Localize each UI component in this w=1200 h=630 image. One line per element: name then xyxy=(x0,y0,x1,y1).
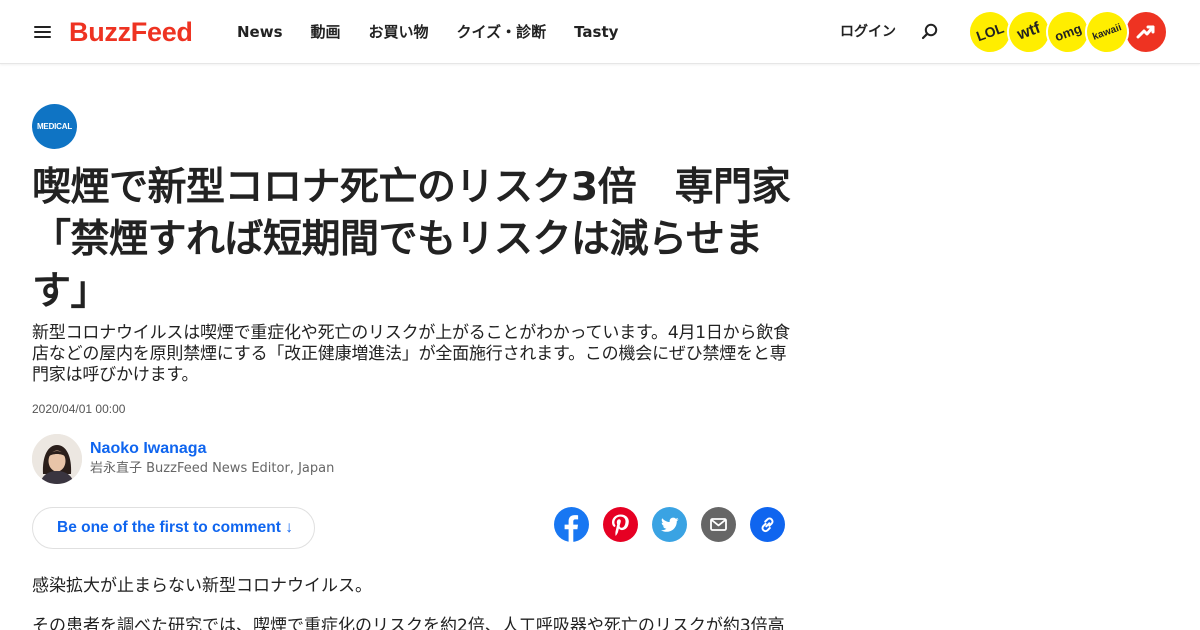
twitter-icon[interactable] xyxy=(652,507,687,542)
category-badge[interactable]: MEDICAL xyxy=(32,104,77,149)
publish-timestamp: 2020/04/01 00:00 xyxy=(32,402,126,416)
comment-button[interactable]: Be one of the first to comment ↓ xyxy=(32,507,315,549)
nav-item-quiz[interactable]: クイズ・診断 xyxy=(457,20,547,44)
author-name-link[interactable]: Naoko Iwanaga xyxy=(90,439,206,459)
author-role: 岩永直子 BuzzFeed News Editor, Japan xyxy=(90,461,335,476)
facebook-icon[interactable] xyxy=(554,507,589,542)
article-dek: 新型コロナウイルスは喫煙で重症化や死亡のリスクが上がることがわかっています。4月… xyxy=(32,323,790,385)
author-avatar[interactable] xyxy=(32,434,82,484)
site-header: BuzzFeed News 動画 お買い物 クイズ・診断 Tasty ログイン … xyxy=(0,0,1200,64)
article-paragraph: 感染拡大が止まらない新型コロナウイルス。 xyxy=(32,576,372,596)
badge-kawaii[interactable]: kawaii xyxy=(1078,3,1136,61)
article-headline: 喫煙で新型コロナ死亡のリスク3倍 専門家「禁煙すれば短期間でもリスクは減らせます… xyxy=(32,165,791,314)
trending-icon[interactable] xyxy=(1124,10,1168,54)
article-paragraph: その患者を調べた研究では、喫煙で重症化のリスクを約2倍、人工呼吸器や死亡のリスク… xyxy=(32,616,785,630)
nav-item-video[interactable]: 動画 xyxy=(311,20,341,44)
hamburger-menu-icon[interactable] xyxy=(34,24,52,40)
buzzfeed-logo[interactable]: BuzzFeed xyxy=(69,16,193,48)
search-icon[interactable] xyxy=(920,22,940,42)
main-nav: News 動画 お買い物 クイズ・診断 Tasty xyxy=(237,20,646,44)
link-icon[interactable] xyxy=(750,507,785,542)
nav-item-shopping[interactable]: お買い物 xyxy=(369,20,429,44)
nav-item-tasty[interactable]: Tasty xyxy=(574,20,618,44)
reaction-badges: LOL wtf omg kawaii xyxy=(961,3,1168,61)
nav-item-news[interactable]: News xyxy=(237,20,283,44)
email-icon[interactable] xyxy=(701,507,736,542)
pinterest-icon[interactable] xyxy=(603,507,638,542)
login-link[interactable]: ログイン xyxy=(840,22,896,42)
